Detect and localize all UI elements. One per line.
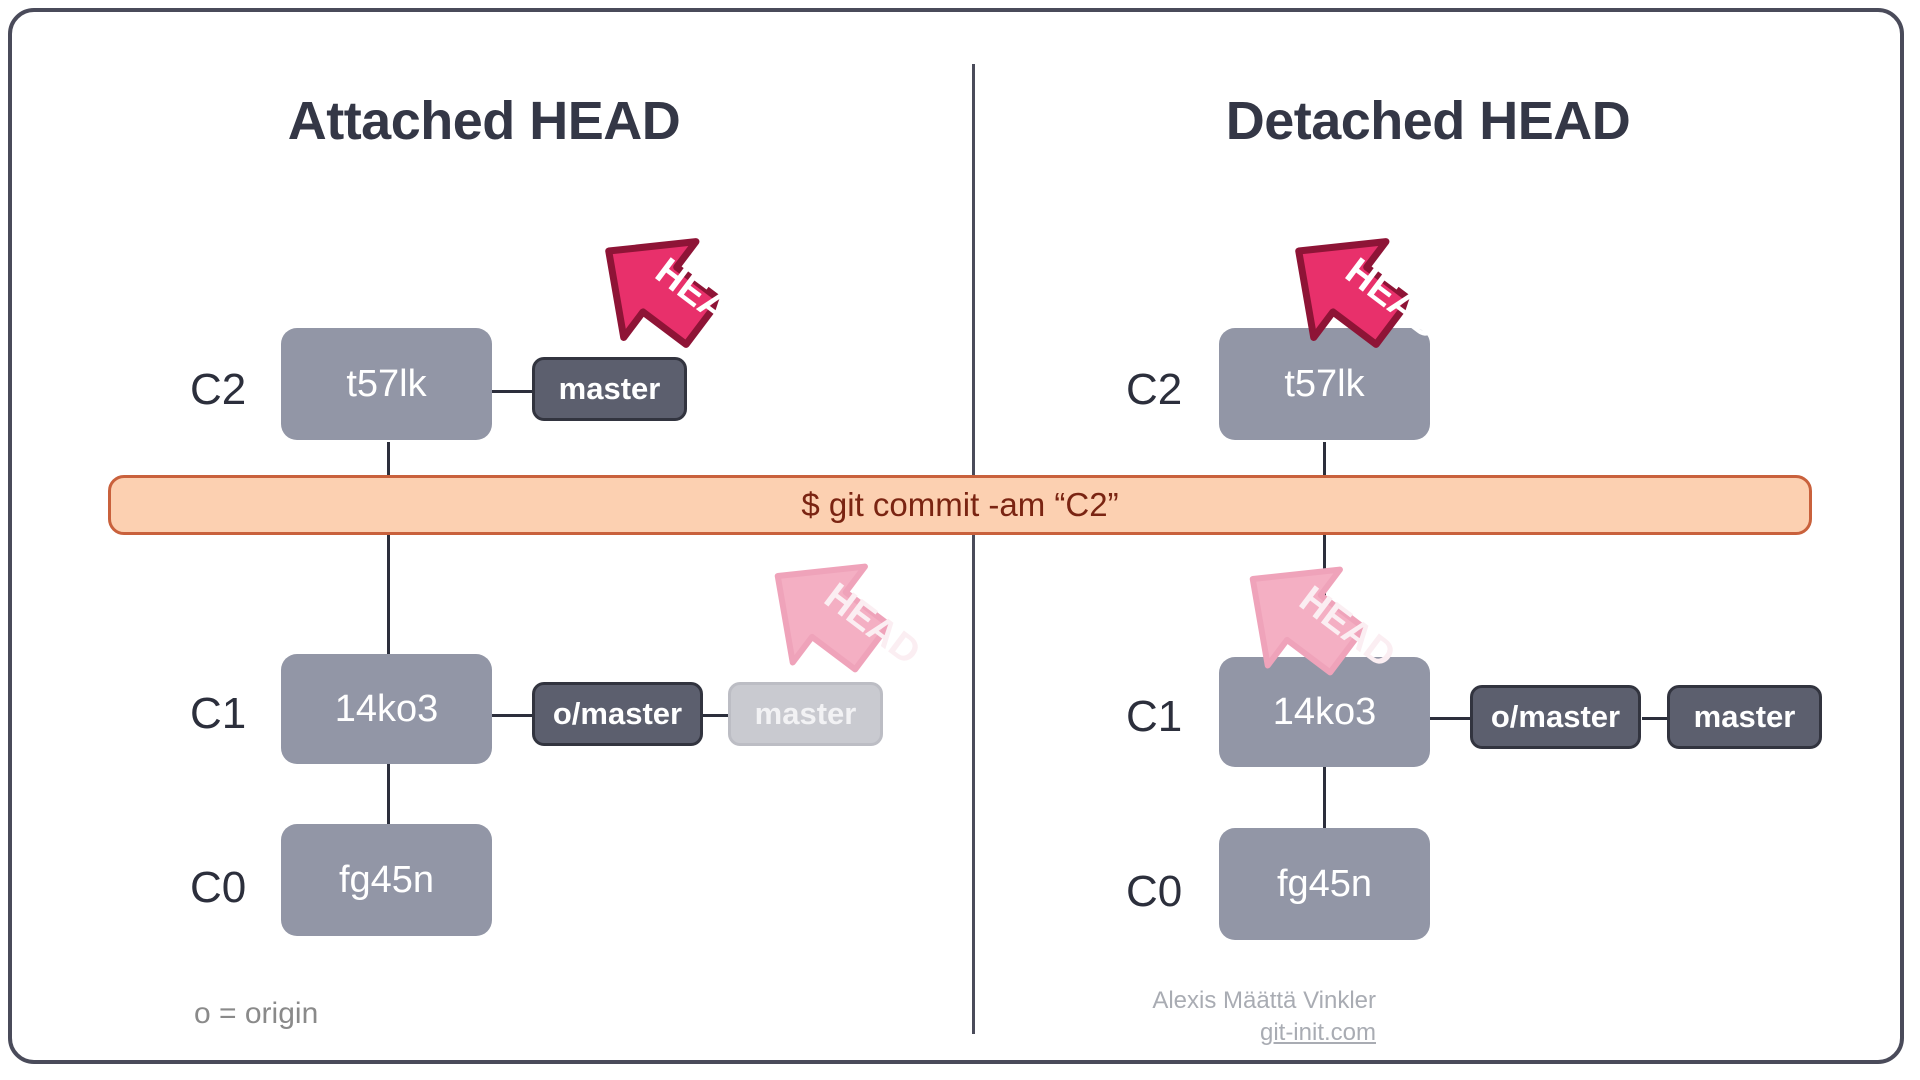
- commit-node-14ko3-left[interactable]: 14ko3: [281, 654, 492, 764]
- row-label-c1-left: C1: [190, 689, 247, 738]
- ref-label-omaster-c1-left[interactable]: o/master: [532, 682, 703, 746]
- command-banner: $ git commit -am “C2”: [108, 475, 1812, 535]
- panel-title-detached: Detached HEAD: [1225, 91, 1631, 151]
- ref-label-master-c1-right[interactable]: master: [1667, 685, 1822, 749]
- row-label-c0-left: C0: [190, 863, 247, 912]
- credit-site-link[interactable]: git-init.com: [1152, 1017, 1376, 1049]
- credit-author: Alexis Määttä Vinkler: [1152, 987, 1376, 1014]
- commit-node-t57lk-right[interactable]: t57lk: [1219, 328, 1430, 440]
- commit-node-fg45n-right[interactable]: fg45n: [1219, 828, 1430, 940]
- ref-label-master-c2-left[interactable]: master: [532, 357, 687, 421]
- diagram-card: Attached HEAD Detached HEAD C2 t57lk mas…: [8, 8, 1904, 1064]
- edge-c1-to-c0-left: [387, 754, 390, 824]
- edge-c2-to-c1-right: [1323, 442, 1326, 654]
- edge-omaster-to-master-left: [703, 714, 728, 717]
- credit-block: Alexis Määttä Vinkler git-init.com: [1152, 985, 1376, 1048]
- row-label-c1-right: C1: [1126, 692, 1183, 741]
- edge-c1-to-c0-right: [1323, 758, 1326, 828]
- edge-c2-to-master-left: [492, 390, 532, 393]
- ref-label-master-c1-left[interactable]: master: [728, 682, 883, 746]
- panel-divider: [972, 64, 975, 1034]
- ref-label-omaster-c1-right[interactable]: o/master: [1470, 685, 1641, 749]
- row-label-c2-left: C2: [190, 365, 247, 414]
- edge-omaster-to-master-right: [1642, 717, 1667, 720]
- head-arrow-label-attached-bottom: HEAD: [817, 575, 928, 673]
- commit-node-t57lk-left[interactable]: t57lk: [281, 328, 492, 440]
- legend-origin-abbreviation: o = origin: [194, 997, 319, 1030]
- edge-c1-to-omaster-left: [492, 714, 532, 717]
- panel-title-attached: Attached HEAD: [287, 91, 681, 151]
- row-label-c2-right: C2: [1126, 365, 1183, 414]
- commit-node-fg45n-left[interactable]: fg45n: [281, 824, 492, 936]
- edge-c2-to-c1-left: [387, 442, 390, 654]
- edge-c1-to-omaster-right: [1430, 717, 1470, 720]
- command-banner-text: $ git commit -am “C2”: [801, 486, 1119, 523]
- row-label-c0-right: C0: [1126, 867, 1183, 916]
- commit-node-14ko3-right[interactable]: 14ko3: [1219, 657, 1430, 767]
- head-arrow-label-attached-top: HEAD: [648, 250, 759, 348]
